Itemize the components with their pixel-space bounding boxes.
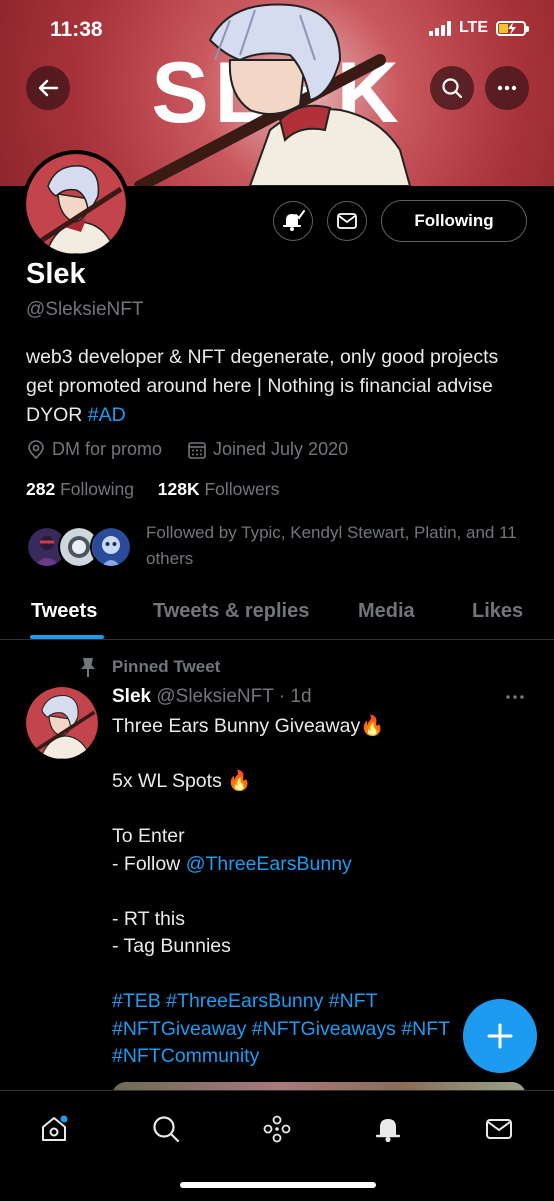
tab-tweets[interactable]: Tweets xyxy=(31,600,97,623)
battery-icon xyxy=(496,20,529,36)
location-pin-icon xyxy=(28,439,44,459)
following-button[interactable]: Following xyxy=(381,200,527,242)
arrow-left-icon xyxy=(38,79,59,97)
nav-spaces[interactable] xyxy=(257,1109,297,1149)
profile-handle: @SleksieNFT xyxy=(26,299,144,320)
tab-tweets-and-replies[interactable]: Tweets & replies xyxy=(153,600,309,623)
nav-notifications[interactable] xyxy=(368,1109,408,1149)
status-time: 11:38 xyxy=(50,18,103,41)
spaces-icon xyxy=(263,1115,291,1143)
tab-likes[interactable]: Likes xyxy=(472,600,523,623)
nav-messages[interactable] xyxy=(479,1109,519,1149)
nav-home[interactable] xyxy=(34,1109,74,1149)
more-horizontal-icon xyxy=(497,85,517,91)
tweet-header: Slek @SleksieNFT · 1d xyxy=(112,686,312,708)
pinned-tweet-label: Pinned Tweet xyxy=(112,657,221,676)
network-label: LTE xyxy=(458,19,488,36)
joined-text: Joined July 2020 xyxy=(213,439,349,459)
following-count-link[interactable]: 282 Following xyxy=(26,479,134,499)
bio-hashtag-link[interactable]: #AD xyxy=(88,404,126,426)
follow-counts: 282 Following 128K Followers xyxy=(26,479,279,500)
profile-name: Slek xyxy=(26,258,86,290)
tweet-line: - RT this xyxy=(112,907,185,930)
home-icon xyxy=(42,1115,68,1141)
location-text: DM for promo xyxy=(52,439,163,459)
bell-check-icon xyxy=(283,210,305,231)
tweet-author-handle[interactable]: @SleksieNFT xyxy=(156,686,273,707)
tab-media[interactable]: Media xyxy=(358,600,415,623)
hashtag-line[interactable]: #NFTGiveaway #NFTGiveaways #NFT xyxy=(112,1016,464,1044)
profile-avatar[interactable] xyxy=(22,150,130,258)
tweet-line: To Enter xyxy=(112,825,185,847)
profile-tabs: Tweets Tweets & replies Media Likes xyxy=(0,587,554,640)
followers-count: 128K xyxy=(157,479,200,499)
mention-link[interactable]: @ThreeEarsBunny xyxy=(186,853,352,875)
search-icon xyxy=(153,1116,180,1143)
tweet-follow-prefix: - Follow xyxy=(112,852,186,875)
followed-by-text[interactable]: Followed by Typic, Kendyl Stewart, Plati… xyxy=(146,520,526,572)
more-button[interactable] xyxy=(485,66,529,110)
tweet-author-name[interactable]: Slek xyxy=(112,686,151,707)
envelope-icon xyxy=(337,213,357,229)
cellular-signal-icon xyxy=(428,20,451,36)
avatar-image xyxy=(26,154,126,254)
message-button[interactable] xyxy=(327,201,367,241)
compose-tweet-button[interactable] xyxy=(463,999,537,1073)
notifications-icon xyxy=(375,1119,401,1143)
tweet-time: · 1d xyxy=(278,686,312,707)
status-indicators: LTE xyxy=(428,19,529,37)
follower-avatar[interactable] xyxy=(90,526,132,568)
following-count: 282 xyxy=(26,479,56,499)
tweet-more-icon[interactable] xyxy=(504,692,526,702)
tweet-line: - Follow @ThreeEarsBunny xyxy=(112,851,532,879)
back-button[interactable] xyxy=(26,66,70,110)
tweet-line: 5x WL Spots 🔥 xyxy=(112,770,252,792)
notifications-toggle-button[interactable] xyxy=(273,201,313,241)
profile-joined: Joined July 2020 xyxy=(187,439,348,460)
followers-count-link[interactable]: 128K Followers xyxy=(158,479,280,499)
hashtag-line[interactable]: #TEB #ThreeEarsBunny #NFT xyxy=(112,988,532,1016)
pin-icon xyxy=(81,658,95,677)
profile-bio: web3 developer & NFT degenerate, only go… xyxy=(26,343,526,430)
profile-location: DM for promo xyxy=(26,439,162,460)
search-icon xyxy=(442,78,463,99)
calendar-icon xyxy=(188,441,206,459)
tweet-line: Three Ears Bunny Giveaway🔥 xyxy=(112,715,385,737)
active-tab-indicator xyxy=(30,635,104,639)
messages-icon xyxy=(486,1119,512,1139)
tweet-line: - Tag Bunnies xyxy=(112,935,231,957)
following-label: Following xyxy=(60,479,135,499)
tweet-author-avatar[interactable] xyxy=(26,687,98,759)
nav-search[interactable] xyxy=(146,1109,186,1149)
followers-label: Followers xyxy=(204,479,280,499)
plus-icon xyxy=(487,1023,513,1049)
search-button[interactable] xyxy=(430,66,474,110)
home-indicator xyxy=(180,1182,376,1188)
